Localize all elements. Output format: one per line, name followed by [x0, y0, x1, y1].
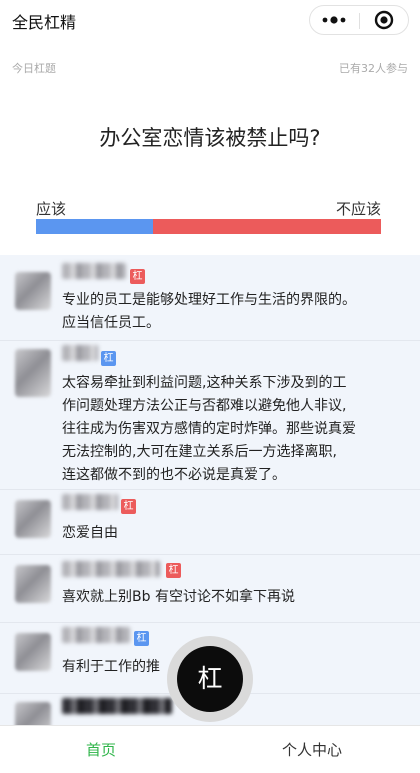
vote-labels: 应该 不应该 — [36, 198, 381, 218]
list-item: 杠 喜欢就上别Bb 有空讨论不如拿下再说 — [0, 555, 420, 623]
list-item: 杠 恋爱自由 — [0, 490, 420, 555]
list-item: 杠 专业的员工是能够处理好工作与生活的界限的。 应当信任员工。 — [0, 255, 420, 341]
tab-home[interactable]: 首页 — [86, 739, 116, 760]
vote-no-label[interactable]: 不应该 — [336, 198, 381, 219]
avatar — [15, 349, 51, 397]
comment-line: 专业的员工是能够处理好工作与生活的界限的。 — [62, 292, 356, 308]
navigation-bar: 全民杠精 — [0, 0, 420, 42]
vote-ratio-yes — [36, 219, 154, 234]
user-name-blurred — [62, 627, 130, 643]
avatar — [15, 500, 51, 538]
debate-question: 办公室恋情该被禁止吗? — [99, 126, 321, 150]
topic-label: 今日杠题 — [12, 62, 56, 75]
side-badge: 杠 — [134, 631, 149, 646]
close-button[interactable] — [360, 6, 409, 34]
user-name-blurred — [62, 494, 118, 510]
vote-ratio-bar — [36, 219, 381, 234]
side-badge: 杠 — [166, 563, 181, 578]
avatar — [15, 633, 51, 671]
more-button[interactable] — [310, 6, 359, 34]
more-dots-icon — [322, 16, 346, 24]
post-argument-label: 杠 — [177, 646, 243, 712]
comment-line: 恋爱自由 — [62, 525, 118, 541]
user-name-blurred — [62, 263, 126, 279]
comment-line: 作问题处理方法公正与否都难以避免他人非议, — [62, 398, 347, 414]
comment-text: 专业的员工是能够处理好工作与生活的界限的。 应当信任员工。 — [62, 289, 402, 335]
side-badge: 杠 — [121, 499, 136, 514]
comment-line: 应当信任员工。 — [62, 315, 160, 331]
side-badge: 杠 — [101, 351, 116, 366]
avatar — [15, 702, 51, 725]
comment-line: 连这都做不到的也不必说是真爱了。 — [62, 467, 286, 483]
comment-line: 喜欢就上别Bb 有空讨论不如拿下再说 — [62, 589, 295, 605]
comment-text: 太容易牵扯到利益问题,这种关系下涉及到的工 作问题处理方法公正与否都难以避免他人… — [62, 372, 402, 487]
comment-text: 恋爱自由 — [62, 522, 402, 545]
comment-line: 太容易牵扯到利益问题,这种关系下涉及到的工 — [62, 375, 347, 391]
list-item: 杠 太容易牵扯到利益问题,这种关系下涉及到的工 作问题处理方法公正与否都难以避免… — [0, 341, 420, 490]
bottom-tab-bar: 首页 个人中心 — [0, 725, 420, 773]
close-target-icon — [374, 10, 394, 30]
comment-line: 无法控制的,大可在建立关系后一方选择离职, — [62, 444, 337, 460]
participant-count: 已有32人参与 — [339, 62, 408, 75]
topic-bar: 今日杠题 已有32人参与 — [0, 52, 420, 82]
avatar — [15, 272, 51, 310]
user-name-blurred — [62, 698, 172, 714]
side-badge: 杠 — [130, 269, 145, 284]
user-name-blurred — [62, 561, 160, 577]
vote-yes-label[interactable]: 应该 — [36, 198, 66, 219]
post-argument-button[interactable]: 杠 — [167, 636, 253, 722]
user-name-blurred — [62, 345, 98, 361]
tab-profile[interactable]: 个人中心 — [282, 739, 342, 760]
comment-line: 往往成为伤害双方感情的定时炸弹。那些说真爱 — [62, 421, 356, 437]
comment-text: 喜欢就上别Bb 有空讨论不如拿下再说 — [62, 586, 402, 609]
app-title: 全民杠精 — [12, 13, 77, 32]
mini-program-capsule — [309, 5, 409, 35]
avatar — [15, 565, 51, 603]
